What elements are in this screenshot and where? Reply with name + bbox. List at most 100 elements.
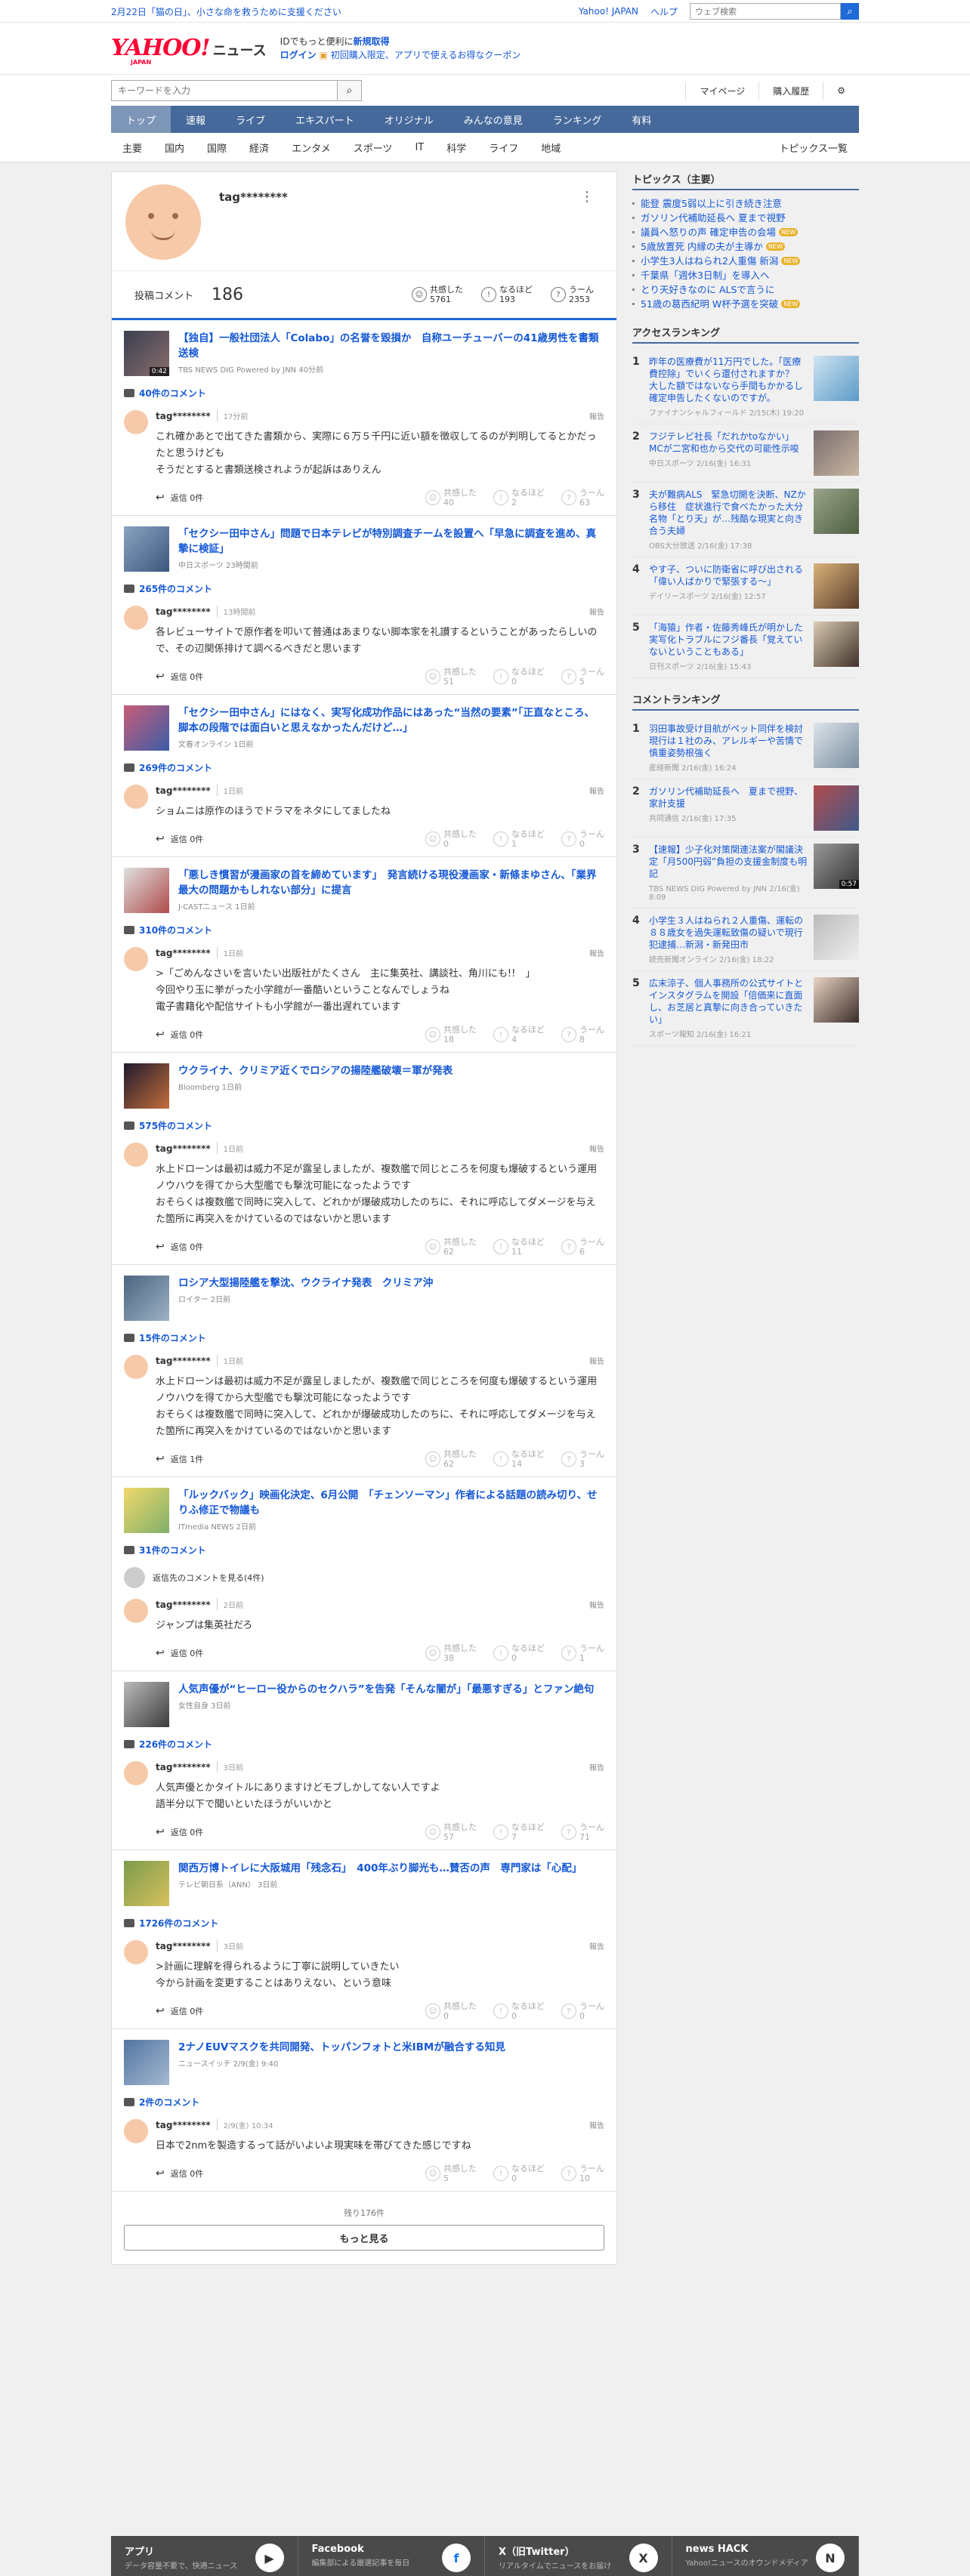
comment-user[interactable]: tag******** <box>156 785 211 796</box>
naruhodo-button[interactable]: ! なるほど 7 <box>493 1822 545 1842</box>
report-link[interactable]: 報告 <box>589 785 604 796</box>
empathy-button[interactable]: ☺ 共感した 0 <box>425 829 477 849</box>
subnav-item[interactable]: 経済 <box>238 140 280 155</box>
empathy-button[interactable]: ☺ 共感した 18 <box>425 1025 477 1044</box>
avatar[interactable] <box>124 410 148 434</box>
ranking-thumbnail[interactable] <box>814 563 859 609</box>
subnav-item[interactable]: 国際 <box>196 140 238 155</box>
subnav-item[interactable]: 地域 <box>530 140 572 155</box>
more-replies-link[interactable]: 返信先のコメントを見る(4件) <box>124 1567 604 1588</box>
reply-button[interactable]: ↩ 返信 0件 <box>156 1647 203 1659</box>
footer-item[interactable]: アプリ データ容量不要で、快適ニュース ▶ <box>111 2536 298 2576</box>
article-thumbnail[interactable] <box>124 1063 169 1109</box>
comment-user[interactable]: tag******** <box>156 1356 211 1366</box>
search-icon[interactable]: ⌕ <box>841 3 859 20</box>
reply-button[interactable]: ↩ 返信 0件 <box>156 2005 203 2017</box>
ranking-item[interactable]: 3 【速報】少子化対策関連法案が閣議決定「月500円弱”負担の支援金制度も明記 TB… <box>632 838 859 909</box>
gear-icon[interactable]: ⚙ <box>823 82 859 100</box>
signup-link[interactable]: 新規取得 <box>353 36 389 47</box>
ranking-item[interactable]: 4 やす子、ついに防衛省に呼び出される「偉い人ばかりで緊張する～」 デイリースポーツ… <box>632 557 859 615</box>
campaign-link[interactable]: 2月22日「猫の日」、小さな命を救うために支援ください <box>111 5 341 18</box>
article-header[interactable]: 「ルックバック」映画化決定、6月公開 「チェンソーマン」作者による話題の読み切り… <box>124 1488 604 1533</box>
ranking-thumbnail[interactable] <box>814 622 859 667</box>
reply-button[interactable]: ↩ 返信 0件 <box>156 671 203 683</box>
ranking-title[interactable]: 昨年の医療費が11万円でした。「医療費控除」でいくら還付されますか？ 大した額で… <box>649 356 808 404</box>
uun-button[interactable]: ? うーん 6 <box>561 1237 604 1257</box>
topic-item[interactable]: とり天好きなのに ALSで言うに <box>632 282 859 297</box>
load-more-button[interactable]: もっと見る <box>124 2225 604 2251</box>
reply-button[interactable]: ↩ 返信 0件 <box>156 833 203 845</box>
article-title[interactable]: 「セクシー田中さん」問題で日本テレビが特別調査チームを設置へ「早急に調査を進め、… <box>178 526 604 557</box>
article-thumbnail[interactable] <box>124 526 169 572</box>
article-title[interactable]: 関西万博トイレに大阪城用「残念石」 400年ぶり脚光も…賛否の声 専門家は「心配… <box>178 1861 582 1876</box>
topic-item[interactable]: 小学生3人はねられ2人重傷 新潟 NEW <box>632 254 859 268</box>
search-icon[interactable]: ⌕ <box>338 80 362 101</box>
mypage-link[interactable]: マイページ <box>685 82 758 100</box>
avatar[interactable] <box>124 1355 148 1379</box>
ranking-thumbnail[interactable] <box>814 489 859 534</box>
ranking-thumbnail[interactable] <box>814 723 859 768</box>
topic-text[interactable]: とり天好きなのに ALSで言うに <box>641 282 774 297</box>
ranking-thumbnail[interactable] <box>814 977 859 1023</box>
uun-button[interactable]: ? うーん 5 <box>561 667 604 686</box>
article-header[interactable]: 「セクシー田中さん」問題で日本テレビが特別調査チームを設置へ「早急に調査を進め、… <box>124 526 604 572</box>
comment-count-link[interactable]: 226件のコメント <box>124 1738 604 1751</box>
comment-user[interactable]: tag******** <box>156 2120 211 2130</box>
naruhodo-button[interactable]: ! なるほど 11 <box>493 1237 545 1257</box>
subnav-item[interactable]: 主要 <box>111 140 153 155</box>
avatar[interactable] <box>124 785 148 809</box>
ranking-title[interactable]: 小学生３人はねられ２人重傷、運転の８８歳女を過失運転致傷の疑いで現行犯逮捕…新潟… <box>649 915 808 951</box>
article-thumbnail[interactable]: 0:42 <box>124 331 169 376</box>
article-title[interactable]: 2ナノEUVマスクを共同開発、トッパンフォトと米IBMが融合する知見 <box>178 2040 505 2055</box>
naruhodo-button[interactable]: ! なるほど 14 <box>493 1449 545 1469</box>
comment-user[interactable]: tag******** <box>156 1941 211 1951</box>
avatar[interactable] <box>124 2119 148 2143</box>
ranking-thumbnail[interactable] <box>814 430 859 476</box>
subnav-item[interactable]: スポーツ <box>342 140 404 155</box>
topic-item[interactable]: 議員へ怒りの声 確定申告の会場 NEW <box>632 225 859 239</box>
comment-count-link[interactable]: 575件のコメント <box>124 1119 604 1132</box>
ranking-item[interactable]: 5 「海猿」作者・佐藤秀峰氏が明かした実写化トラブルにフジ番長「覚えていないという… <box>632 615 859 678</box>
article-title[interactable]: 「悪しき慣習が漫画家の首を締めています」 発言続ける現役漫画家・新條まゆさん、「… <box>178 868 604 898</box>
ranking-thumbnail[interactable]: 0:57 <box>814 844 859 889</box>
ranking-title[interactable]: 「海猿」作者・佐藤秀峰氏が明かした実写化トラブルにフジ番長「覚えていないというこ… <box>649 622 808 658</box>
comment-count-link[interactable]: 1726件のコメント <box>124 1917 604 1930</box>
topic-text[interactable]: 千葉県「週休3日制」を導入へ <box>641 268 769 282</box>
uun-button[interactable]: ? うーん 0 <box>561 829 604 849</box>
topic-item[interactable]: 51歳の葛西紀明 W杯予選を突破 NEW <box>632 297 859 311</box>
nav-tab[interactable]: 有料 <box>616 106 666 133</box>
naruhodo-button[interactable]: ! なるほど 0 <box>493 667 545 686</box>
reply-button[interactable]: ↩ 返信 0件 <box>156 1029 203 1041</box>
uun-button[interactable]: ? うーん 8 <box>561 1025 604 1044</box>
ranking-title[interactable]: フジテレビ社長「だれかtoなかい」MCが二宮和也から交代の可能性示唆 <box>649 430 808 455</box>
article-header[interactable]: 「悪しき慣習が漫画家の首を締めています」 発言続ける現役漫画家・新條まゆさん、「… <box>124 868 604 913</box>
footer-item[interactable]: news HACK Yahoo!ニュースのオウンドメディア N <box>672 2536 859 2576</box>
empathy-button[interactable]: ☺ 共感した 5 <box>425 2164 477 2183</box>
article-thumbnail[interactable] <box>124 1488 169 1533</box>
reply-button[interactable]: ↩ 返信 1件 <box>156 1453 203 1465</box>
comment-count-link[interactable]: 40件のコメント <box>124 387 604 400</box>
ranking-item[interactable]: 1 昨年の医療費が11万円でした。「医療費控除」でいくら還付されますか？ 大した額… <box>632 350 859 424</box>
ranking-item[interactable]: 1 羽田事故受け目航がペット同伴を検討 現行は１社のみ、アレルギーや苦情で慎重姿勢… <box>632 717 859 779</box>
ranking-title[interactable]: 夫が難病ALS 緊急切開を決断、NZから移住 症状進行で食べたかった大分名物「と… <box>649 489 808 537</box>
report-link[interactable]: 報告 <box>589 1940 604 1951</box>
topic-item[interactable]: 千葉県「週休3日制」を導入へ <box>632 268 859 282</box>
topic-item[interactable]: ガソリン代補助延長へ 夏まで視野 <box>632 211 859 225</box>
article-header[interactable]: 2ナノEUVマスクを共同開発、トッパンフォトと米IBMが融合する知見 ニュースイッ… <box>124 2040 604 2085</box>
reply-button[interactable]: ↩ 返信 0件 <box>156 1826 203 1838</box>
article-title[interactable]: 人気声優が“ヒーロー役からのセクハラ”を告発「そんな闇が」「最悪すぎる」とファン… <box>178 1682 594 1697</box>
ranking-title[interactable]: 広末涼子、個人事務所の公式サイトとインスタグラムを開設「倍価来に直面し、お芝居と… <box>649 977 808 1026</box>
article-header[interactable]: ウクライナ、クリミア近くでロシアの揚陸艦破壊＝軍が発表 Bloomberg 1日前 <box>124 1063 604 1109</box>
footer-item[interactable]: X（旧Twitter） リアルタイムでニュースをお届け X <box>485 2536 672 2576</box>
ranking-thumbnail[interactable] <box>814 915 859 960</box>
report-link[interactable]: 報告 <box>589 1355 604 1366</box>
article-thumbnail[interactable] <box>124 2040 169 2085</box>
avatar[interactable] <box>124 1761 148 1785</box>
comment-user[interactable]: tag******** <box>156 411 211 421</box>
empathy-button[interactable]: ☺ 共感した 0 <box>425 2001 477 2021</box>
naruhodo-button[interactable]: ! なるほど 1 <box>493 829 545 849</box>
nav-tab[interactable]: トップ <box>111 106 171 133</box>
article-thumbnail[interactable] <box>124 868 169 913</box>
topic-item[interactable]: 5歳放置死 内縁の夫が主導か NEW <box>632 239 859 254</box>
naruhodo-button[interactable]: ! なるほど 0 <box>493 2001 545 2021</box>
